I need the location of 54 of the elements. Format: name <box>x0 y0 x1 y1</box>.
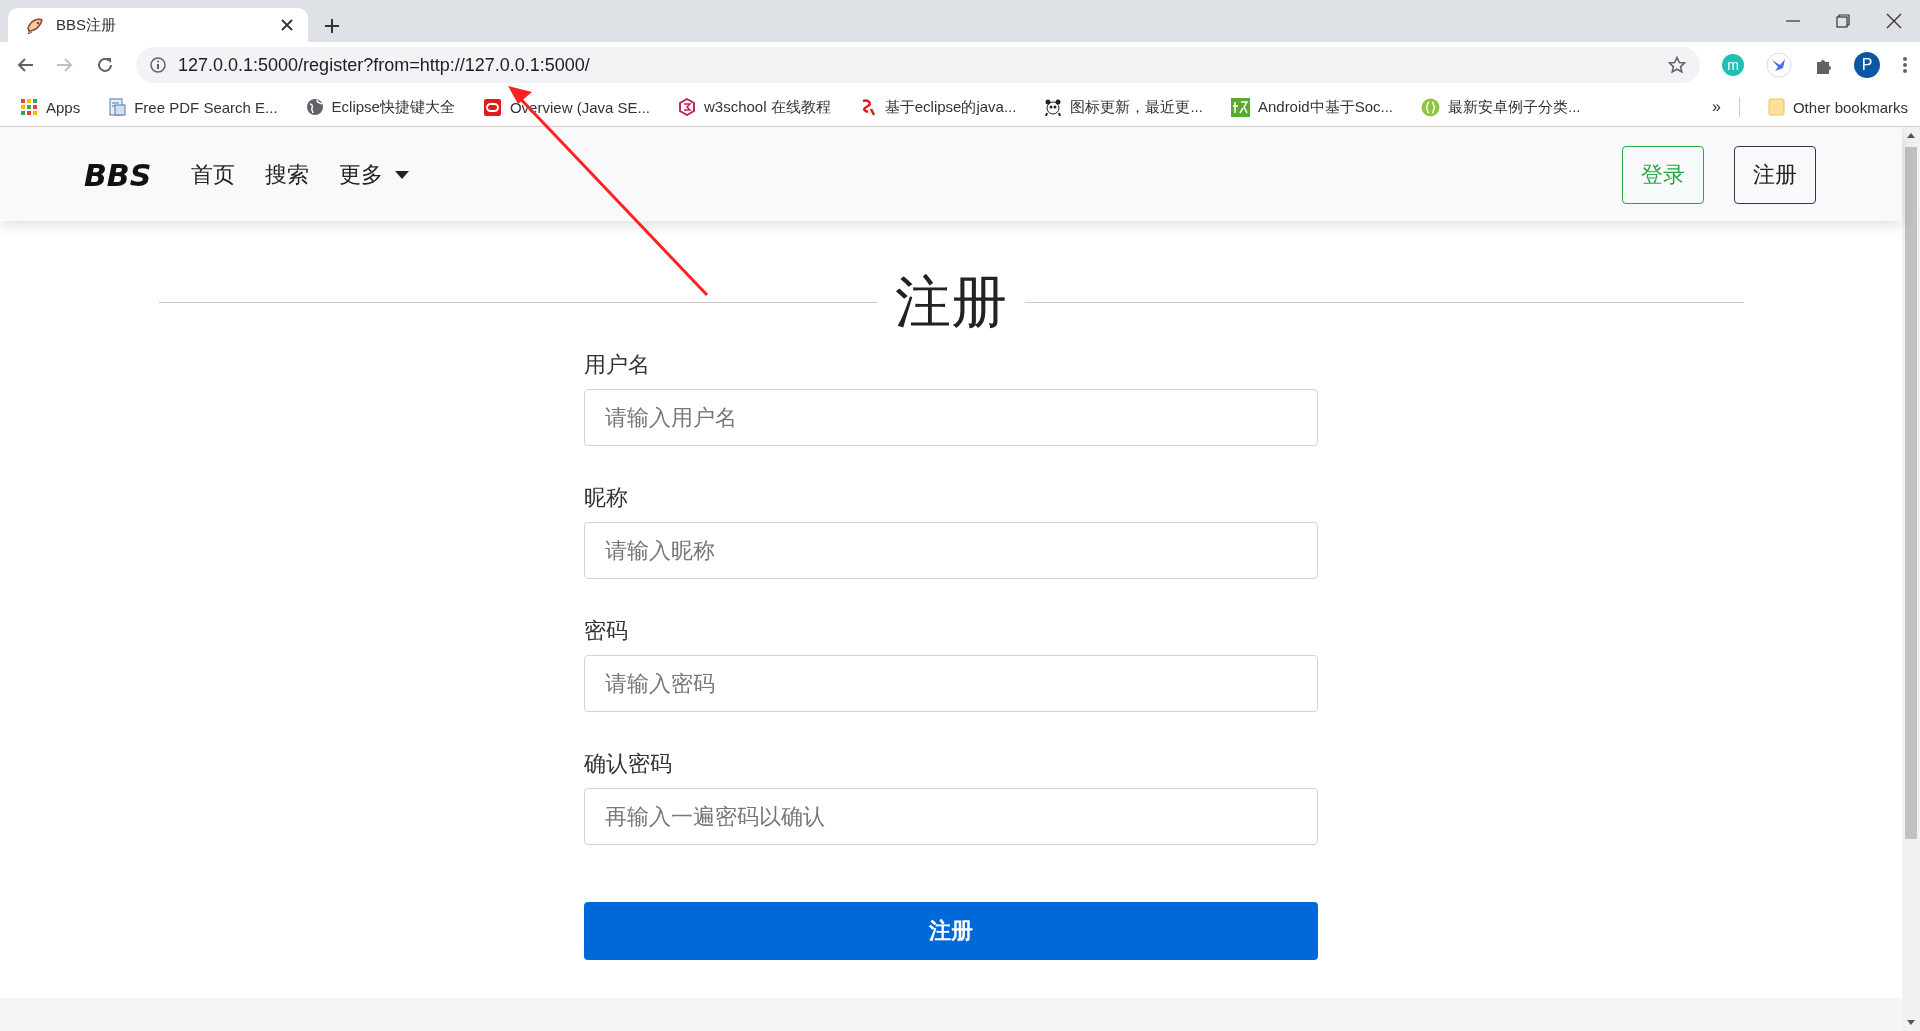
braces-circle-icon <box>1421 97 1440 117</box>
info-icon[interactable] <box>150 57 166 73</box>
glyph-tile-icon <box>1230 97 1250 117</box>
plus-icon[interactable] <box>324 18 340 34</box>
close-icon[interactable] <box>1886 13 1902 29</box>
register-button[interactable]: 注册 <box>1734 146 1816 204</box>
panda-icon <box>1044 98 1063 116</box>
input-field[interactable]: 请输入昵称 <box>584 522 1318 579</box>
bookmarks-overflow-button[interactable]: » <box>1712 98 1721 116</box>
bookmark-link[interactable]: Free PDF Search E... <box>108 98 278 116</box>
tab-title: BBS注册 <box>56 15 117 35</box>
nav-link[interactable]: 首页 <box>191 160 236 190</box>
field-label: 确认密码 <box>584 750 673 778</box>
caret-icon <box>395 171 410 179</box>
bookmark-folder[interactable]: Other bookmarks <box>1767 97 1908 117</box>
field-label: 密码 <box>584 617 629 645</box>
document-icon <box>108 98 127 116</box>
address-bar[interactable]: 127.0.0.1:5000/register?from=http://127.0.0.1:5000/ <box>136 47 1700 83</box>
bookmark-link[interactable]: Apps <box>20 98 81 116</box>
browser-tab[interactable]: BBS注册 <box>8 8 308 42</box>
close-icon[interactable] <box>280 18 294 32</box>
fish-icon <box>26 16 44 34</box>
menu-icon[interactable] <box>1902 56 1908 74</box>
apps-grid-icon <box>20 98 38 116</box>
scrollbar[interactable] <box>1902 127 1920 1031</box>
bookmark-link[interactable]: Eclipse快捷键大全 <box>305 97 455 117</box>
bird-icon[interactable] <box>1766 52 1792 78</box>
brand-logo[interactable]: BBS <box>84 157 152 193</box>
bookmark-link[interactable]: 基于eclipse的java... <box>858 97 1017 117</box>
reload-icon[interactable] <box>96 56 114 74</box>
star-icon[interactable] <box>1668 56 1686 74</box>
submit-button[interactable]: 注册 <box>584 902 1318 960</box>
scroll-down-icon[interactable] <box>1906 1019 1916 1027</box>
input-field[interactable]: 再输入一遍密码以确认 <box>584 788 1318 845</box>
url-text: 127.0.0.1:5000/register?from=http://127.0.0.1:5000/ <box>178 54 591 76</box>
dropdown-link[interactable]: 更多 <box>339 160 410 190</box>
hexagon-icon <box>678 98 696 116</box>
page-title: 注册 <box>895 269 1007 335</box>
input-field[interactable]: 请输入用户名 <box>584 389 1318 446</box>
field-label: 用户名 <box>584 351 651 379</box>
profile-avatar[interactable]: P <box>1854 52 1880 78</box>
bookmark-link[interactable]: w3school 在线教程 <box>678 97 831 117</box>
bookmark-link[interactable]: 最新安卓例子分类... <box>1421 97 1581 117</box>
scroll-up-icon[interactable] <box>1906 131 1916 139</box>
input-field[interactable]: 请输入密码 <box>584 655 1318 712</box>
field-label: 昵称 <box>584 484 629 512</box>
rounded-square-icon <box>482 97 502 117</box>
nav-link[interactable]: 搜索 <box>265 160 310 190</box>
bookmark-link[interactable]: 图标更新，最近更... <box>1044 97 1203 117</box>
globe-icon <box>305 98 324 116</box>
back-arrow-icon[interactable] <box>16 56 34 74</box>
bookmark-link[interactable]: Android中基于Soc... <box>1230 97 1393 117</box>
restore-icon[interactable] <box>1836 14 1850 28</box>
folder-icon <box>1767 97 1785 117</box>
